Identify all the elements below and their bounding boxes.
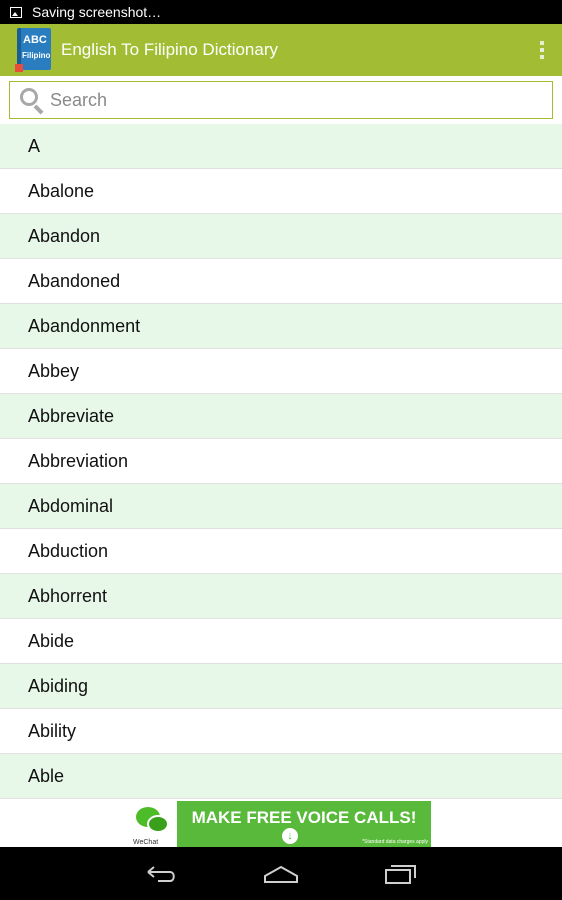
ad-headline: MAKE FREE VOICE CALLS! bbox=[191, 808, 417, 827]
recents-icon bbox=[385, 864, 416, 884]
word-list-item[interactable]: Abiding bbox=[0, 664, 562, 709]
word-list-item[interactable]: Abbreviation bbox=[0, 439, 562, 484]
word-list-item[interactable]: Abide bbox=[0, 619, 562, 664]
search-bar bbox=[0, 76, 562, 124]
word-list-item[interactable]: Abbreviate bbox=[0, 394, 562, 439]
screenshot-icon bbox=[10, 6, 22, 18]
app-title: English To Filipino Dictionary bbox=[61, 40, 279, 59]
overflow-dot-icon bbox=[540, 48, 544, 52]
back-button[interactable] bbox=[136, 854, 186, 894]
word-list-item[interactable]: Abandonment bbox=[0, 304, 562, 349]
word-list-item[interactable]: Abduction bbox=[0, 529, 562, 574]
word-list-item[interactable]: Abdominal bbox=[0, 484, 562, 529]
search-input[interactable] bbox=[50, 85, 552, 115]
word-list-item[interactable]: Abhorrent bbox=[0, 574, 562, 619]
ad-logo-label: WeChat bbox=[133, 839, 159, 846]
download-arrow-icon: ↓ bbox=[282, 828, 298, 844]
app-icon-text-bottom: Filipino bbox=[22, 51, 51, 60]
word-list-item[interactable]: Abalone bbox=[0, 169, 562, 214]
overflow-dot-icon bbox=[540, 55, 544, 59]
action-bar: ABC Filipino English To Filipino Diction… bbox=[0, 24, 562, 76]
ad-area: WeChat MAKE FREE VOICE CALLS! ↓ *Standar… bbox=[0, 800, 562, 847]
word-list-item[interactable]: Abandoned bbox=[0, 259, 562, 304]
word-list: A Abalone Abandon Abandoned Abandonment … bbox=[0, 124, 562, 800]
ad-banner[interactable]: WeChat MAKE FREE VOICE CALLS! ↓ *Standar… bbox=[131, 801, 431, 847]
back-icon bbox=[147, 865, 175, 882]
ad-disclaimer: *Standard data charges apply bbox=[362, 839, 428, 845]
home-icon bbox=[264, 865, 298, 883]
navigation-bar bbox=[0, 847, 562, 900]
word-list-item[interactable]: Able bbox=[0, 754, 562, 799]
status-notification-text: Saving screenshot… bbox=[32, 4, 162, 20]
wechat-logo-icon: WeChat bbox=[131, 801, 177, 847]
screen: Saving screenshot… ABC Filipino English … bbox=[0, 0, 562, 900]
recents-button[interactable] bbox=[376, 854, 426, 894]
status-bar: Saving screenshot… bbox=[0, 0, 562, 24]
search-icon bbox=[18, 86, 46, 115]
word-list-item[interactable]: Abbey bbox=[0, 349, 562, 394]
app-icon-text-top: ABC bbox=[23, 34, 47, 46]
home-button[interactable] bbox=[256, 854, 306, 894]
search-box[interactable] bbox=[9, 81, 553, 119]
overflow-dot-icon bbox=[540, 41, 544, 45]
word-list-item[interactable]: Ability bbox=[0, 709, 562, 754]
word-list-item[interactable]: A bbox=[0, 124, 562, 169]
word-list-item[interactable]: Abandon bbox=[0, 214, 562, 259]
app-book-icon[interactable]: ABC Filipino bbox=[15, 28, 53, 72]
overflow-menu-button[interactable] bbox=[522, 24, 562, 76]
